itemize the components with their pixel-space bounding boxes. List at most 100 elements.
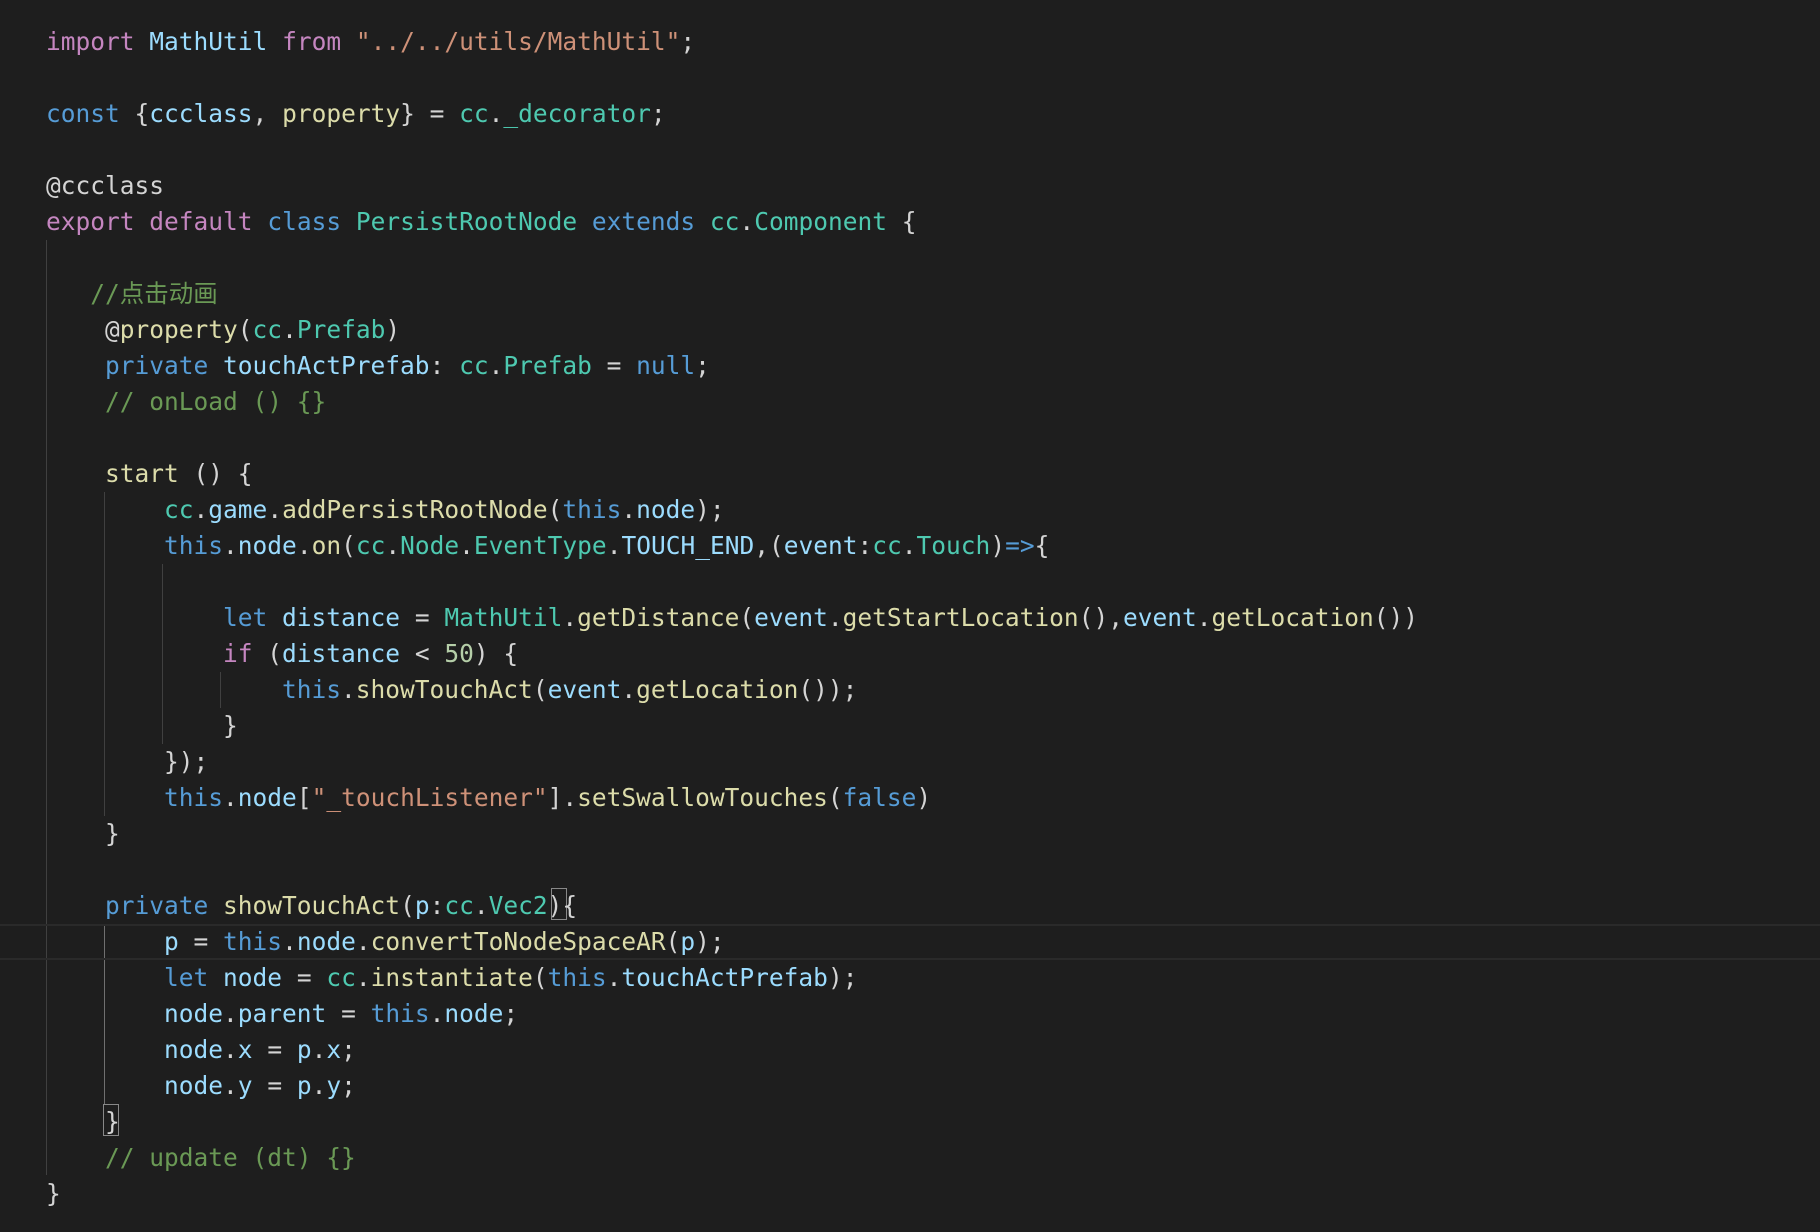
code-token: if <box>223 639 253 668</box>
code-line[interactable]: // onLoad () {} <box>0 384 1820 420</box>
code-token: export <box>46 207 135 236</box>
code-line[interactable]: import MathUtil from "../../utils/MathUt… <box>0 24 1820 60</box>
code-token: . <box>296 531 312 560</box>
code-token: null <box>636 351 696 380</box>
code-line[interactable]: private showTouchAct(p:cc.Vec2){ <box>0 888 1820 924</box>
code-text: }); <box>46 744 208 780</box>
code-token: this <box>164 783 224 812</box>
code-token: . <box>223 531 238 560</box>
code-line[interactable]: node.x = p.x; <box>0 1032 1820 1068</box>
code-line[interactable] <box>0 240 1820 276</box>
code-token: // update (dt) {} <box>46 1143 356 1172</box>
code-token: . <box>488 99 504 128</box>
code-line[interactable]: let node = cc.instantiate(this.touchActP… <box>0 960 1820 996</box>
code-text: p = this.node.convertToNodeSpaceAR(p); <box>46 926 725 958</box>
code-text: // update (dt) {} <box>46 1140 356 1176</box>
code-line[interactable]: private touchActPrefab: cc.Prefab = null… <box>0 348 1820 384</box>
code-token: = <box>178 927 224 956</box>
code-token: ( <box>252 639 283 668</box>
code-token: } <box>46 711 238 740</box>
code-token: p <box>296 1071 312 1100</box>
code-line[interactable]: start () { <box>0 456 1820 492</box>
code-token: ( <box>400 891 415 920</box>
code-token: , <box>252 99 283 128</box>
code-line[interactable] <box>0 132 1820 168</box>
code-token: : <box>429 351 460 380</box>
code-token: ; <box>341 1071 356 1100</box>
code-line[interactable]: p = this.node.convertToNodeSpaceAR(p); <box>0 924 1820 960</box>
code-token: p <box>164 927 179 956</box>
code-token: MathUtil <box>444 603 563 632</box>
code-line[interactable] <box>0 60 1820 96</box>
code-token: . <box>739 207 755 236</box>
code-token: : <box>429 891 445 920</box>
code-token: ; <box>503 999 519 1028</box>
code-line[interactable]: @ccclass <box>0 168 1820 204</box>
code-line[interactable]: }); <box>0 744 1820 780</box>
code-token: . <box>827 603 843 632</box>
code-line[interactable]: this.node.on(cc.Node.EventType.TOUCH_END… <box>0 528 1820 564</box>
code-text: private touchActPrefab: cc.Prefab = null… <box>46 348 710 384</box>
code-line[interactable]: node.y = p.y; <box>0 1068 1820 1104</box>
code-line[interactable]: node.parent = this.node; <box>0 996 1820 1032</box>
code-token: ) <box>385 315 401 344</box>
code-token: Prefab <box>503 351 592 380</box>
code-line[interactable] <box>0 420 1820 456</box>
code-token: . <box>621 495 637 524</box>
code-token: ){ <box>547 891 578 920</box>
code-line[interactable]: } <box>0 1104 1820 1140</box>
code-token: . <box>311 1035 327 1064</box>
code-text: import MathUtil from "../../utils/MathUt… <box>46 24 695 60</box>
code-token: @ <box>46 315 120 344</box>
code-editor[interactable]: import MathUtil from "../../utils/MathUt… <box>0 0 1820 1232</box>
code-text: node.parent = this.node; <box>46 996 518 1032</box>
code-token: on <box>311 531 342 560</box>
code-token: setSwallowTouches <box>577 783 828 812</box>
code-line[interactable] <box>0 852 1820 888</box>
code-token: < <box>400 639 445 668</box>
code-token: }); <box>46 747 209 776</box>
code-token: . <box>606 531 622 560</box>
code-token: Vec2 <box>488 891 548 920</box>
code-token: p <box>680 927 696 956</box>
code-line[interactable] <box>0 564 1820 600</box>
code-token: cc <box>252 315 283 344</box>
code-token: _decorator <box>503 99 651 128</box>
code-line[interactable]: if (distance < 50) { <box>0 636 1820 672</box>
code-line[interactable]: } <box>0 816 1820 852</box>
code-token: . <box>282 315 297 344</box>
code-line[interactable]: const {ccclass, property} = cc._decorato… <box>0 96 1820 132</box>
code-token: node <box>636 495 696 524</box>
code-line[interactable]: //点击动画 <box>0 276 1820 312</box>
code-line[interactable]: this.showTouchAct(event.getLocation()); <box>0 672 1820 708</box>
code-token: ( <box>532 963 548 992</box>
code-line[interactable]: this.node["_touchListener"].setSwallowTo… <box>0 780 1820 816</box>
code-token: showTouchAct <box>223 891 401 920</box>
code-text: //点击动画 <box>46 276 218 312</box>
code-token: node <box>164 999 224 1028</box>
code-token: { <box>119 99 150 128</box>
code-token: ccclass <box>149 99 253 128</box>
code-token: p <box>296 1035 312 1064</box>
code-text: @ccclass <box>46 168 164 204</box>
code-text: let distance = MathUtil.getDistance(even… <box>46 600 1418 636</box>
code-token: cc <box>444 891 474 920</box>
code-line[interactable]: @property(cc.Prefab) <box>0 312 1820 348</box>
code-token: : <box>857 531 873 560</box>
code-token: class <box>267 207 342 236</box>
code-line[interactable]: export default class PersistRootNode ext… <box>0 204 1820 240</box>
code-line[interactable]: } <box>0 1176 1820 1212</box>
code-token: TOUCH_END <box>621 531 755 560</box>
code-line[interactable]: } <box>0 708 1820 744</box>
code-token: . <box>193 495 209 524</box>
code-line[interactable]: cc.game.addPersistRootNode(this.node); <box>0 492 1820 528</box>
code-line[interactable]: // update (dt) {} <box>0 1140 1820 1176</box>
code-line[interactable]: let distance = MathUtil.getDistance(even… <box>0 600 1820 636</box>
code-token: . <box>621 675 637 704</box>
code-token: Touch <box>916 531 991 560</box>
